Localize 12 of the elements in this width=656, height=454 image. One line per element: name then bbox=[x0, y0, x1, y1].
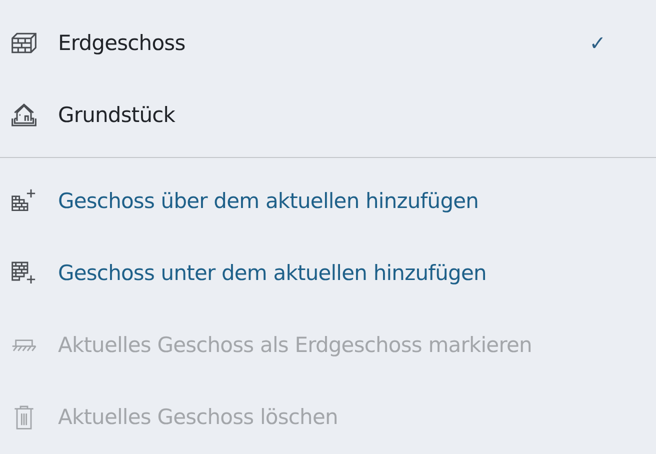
action-label: Aktuelles Geschoss löschen bbox=[58, 405, 338, 429]
floor-label: Grundstück bbox=[58, 103, 176, 127]
floor-label: Erdgeschoss bbox=[58, 31, 186, 55]
floor-menu-item[interactable]: Grundstück bbox=[0, 79, 656, 151]
action-menu-item[interactable]: Geschoss über dem aktuellen hinzufügen bbox=[0, 165, 656, 237]
action-label: Aktuelles Geschoss als Erdgeschoss markieren bbox=[58, 333, 532, 357]
floor-menu-item[interactable]: Erdgeschoss ✓ bbox=[0, 7, 656, 79]
action-label: Geschoss unter dem aktuellen hinzufügen bbox=[58, 261, 486, 285]
action-menu-item[interactable]: Geschoss unter dem aktuellen hinzufügen bbox=[0, 237, 656, 309]
house-icon bbox=[10, 101, 38, 129]
check-mark: ✓ bbox=[589, 31, 606, 55]
action-label: Geschoss über dem aktuellen hinzufügen bbox=[58, 189, 479, 213]
